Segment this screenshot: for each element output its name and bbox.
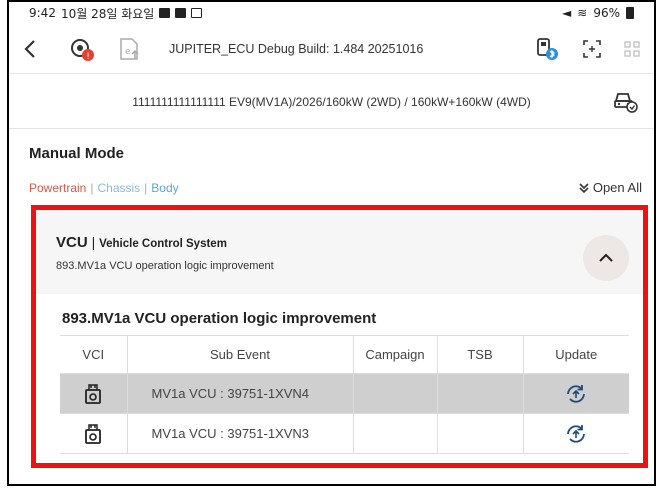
notification-icon — [159, 8, 171, 18]
heading-divider: | — [91, 234, 100, 250]
section-title: Manual Mode — [29, 145, 125, 162]
sub-event-table: VCI Sub Event Campaign TSB Update MV1a V… — [60, 335, 629, 454]
vci-bluetooth-icon[interactable] — [534, 36, 560, 62]
wifi-icon: ≋ — [577, 6, 588, 20]
tsb-cell — [436, 373, 524, 414]
sub-event-cell: MV1a VCU : 39751-1XVN3 — [126, 413, 354, 454]
sub-event-cell: MV1a VCU : 39751-1XVN4 — [126, 373, 354, 414]
vcu-card: VCU | Vehicle Control System 893.MV1a VC… — [31, 205, 648, 468]
system-name: Vehicle Control System — [99, 238, 227, 250]
app-title: JUPITER_ECU Debug Build: 1.484 20251016 — [169, 41, 424, 56]
tab-divider: | — [90, 181, 94, 195]
card-header[interactable]: VCU | Vehicle Control System 893.MV1a VC… — [36, 210, 643, 294]
column-header-update: Update — [522, 335, 629, 374]
checkbox-notification-icon — [191, 8, 203, 18]
double-chevron-down-icon — [579, 182, 589, 193]
open-all-button[interactable]: Open All — [578, 180, 642, 195]
column-header-vci: VCI — [60, 335, 128, 374]
battery-level: 96% — [593, 6, 620, 20]
app-window: 9:42 10월 28일 화요일 ◄ ≋ 96% ! e JUPITER_ECU… — [7, 0, 656, 486]
collapse-button[interactable] — [583, 235, 629, 281]
app-bar: ! e JUPITER_ECU Debug Build: 1.484 20251… — [9, 24, 654, 74]
status-date: 10월 28일 화요일 — [60, 6, 155, 21]
column-header-campaign: Campaign — [352, 335, 438, 374]
tsb-cell — [436, 413, 524, 454]
svg-text:!: ! — [86, 52, 90, 62]
vehicle-info: 1111111111111111 EV9(MV1A)/2026/160kW (2… — [132, 94, 531, 109]
open-all-label: Open All — [592, 180, 642, 195]
ecu-scan-icon[interactable]: ! — [67, 34, 97, 64]
table-row[interactable]: MV1a VCU : 39751-1XVN4 — [60, 373, 629, 414]
battery-icon — [626, 7, 634, 19]
mute-icon: ◄ — [562, 6, 572, 20]
system-description: 893.MV1a VCU operation logic improvement — [56, 260, 274, 272]
system-code: VCU — [56, 234, 88, 251]
campaign-cell — [352, 413, 438, 454]
category-tabs: Powertrain | Chassis | Body — [29, 181, 179, 195]
table-row[interactable]: MV1a VCU : 39751-1XVN3 — [60, 413, 629, 454]
vehicle-info-bar: 1111111111111111 EV9(MV1A)/2026/160kW (2… — [9, 75, 654, 129]
update-icon[interactable] — [565, 383, 587, 405]
tab-body[interactable]: Body — [151, 181, 178, 195]
tab-powertrain[interactable]: Powertrain — [29, 181, 86, 195]
tab-chassis[interactable]: Chassis — [97, 181, 140, 195]
update-cell — [522, 413, 629, 454]
file-upload-icon[interactable]: e — [115, 34, 145, 64]
status-bar: 9:42 10월 28일 화요일 ◄ ≋ 96% — [9, 2, 654, 24]
svg-text:e: e — [125, 47, 131, 57]
system-heading: VCU | Vehicle Control System — [56, 234, 227, 251]
update-cell — [522, 373, 629, 414]
vehicle-settings-icon[interactable] — [612, 89, 638, 113]
chevron-up-icon — [599, 253, 613, 262]
group-title: 893.MV1a VCU operation logic improvement — [62, 310, 377, 327]
status-time: 9:42 — [29, 6, 56, 20]
table-header-row: VCI Sub Event Campaign TSB Update — [60, 335, 629, 374]
tab-divider: | — [144, 181, 148, 195]
app-notification-icon — [175, 8, 187, 18]
vci-device-icon — [60, 413, 128, 454]
campaign-cell — [352, 373, 438, 414]
back-icon[interactable] — [23, 39, 49, 59]
grid-icon[interactable] — [624, 40, 640, 57]
column-header-sub-event: Sub Event — [126, 335, 354, 374]
vci-device-icon — [60, 373, 128, 414]
update-icon[interactable] — [565, 423, 587, 445]
column-header-tsb: TSB — [436, 335, 524, 374]
fullscreen-icon[interactable] — [582, 39, 602, 59]
